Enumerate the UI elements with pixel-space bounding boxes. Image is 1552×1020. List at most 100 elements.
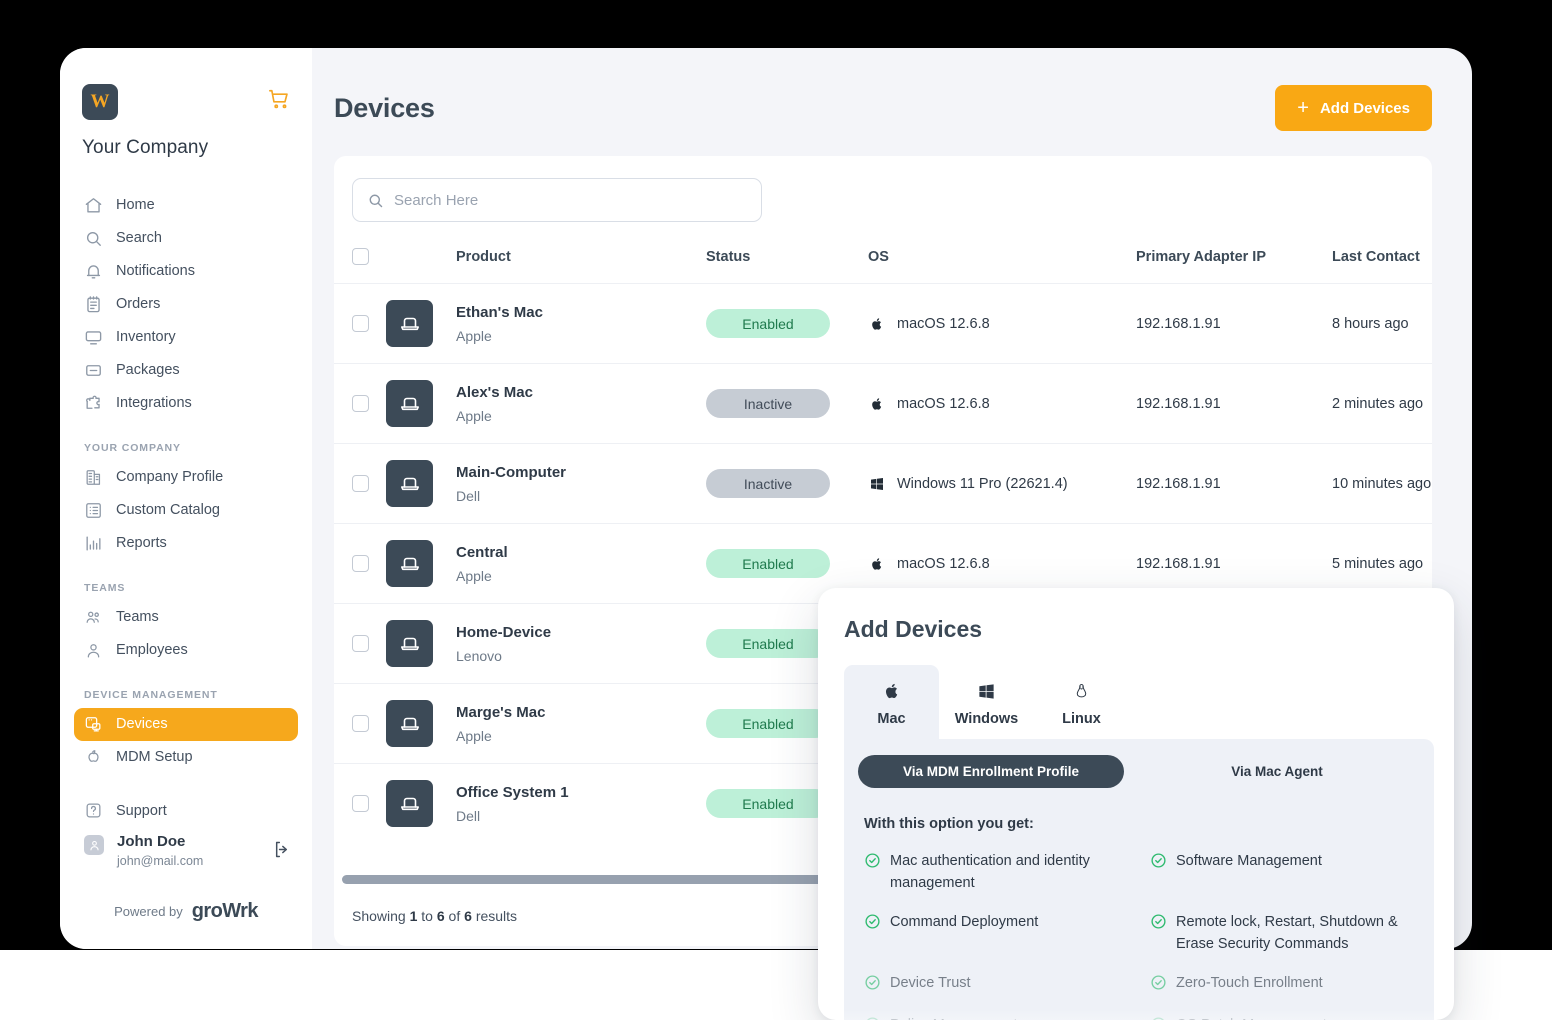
tab-mac[interactable]: Mac: [844, 665, 939, 739]
search-area: [334, 156, 1432, 222]
row-checkbox[interactable]: [352, 395, 369, 412]
tab-windows[interactable]: Windows: [939, 665, 1034, 739]
row-checkbox[interactable]: [352, 555, 369, 572]
sidebar-item-support[interactable]: Support: [74, 794, 298, 827]
sidebar-item-company-profile[interactable]: Company Profile: [74, 461, 298, 494]
plus-icon: +: [1297, 97, 1309, 119]
sidebar-item-home[interactable]: Home: [74, 189, 298, 222]
showing-from: 1: [409, 908, 418, 924]
bar-chart-icon: [84, 534, 103, 553]
ip-address: 192.168.1.91: [1136, 315, 1221, 332]
check-circle-icon: [1150, 913, 1167, 937]
sidebar-item-notifications[interactable]: Notifications: [74, 255, 298, 288]
check-circle-icon: [1150, 852, 1167, 876]
check-circle-icon: [864, 974, 881, 998]
method-toggle-group: Via MDM Enrollment Profile Via Mac Agent: [844, 755, 1434, 788]
sidebar-item-orders[interactable]: Orders: [74, 288, 298, 321]
showing-total: 6: [464, 908, 472, 924]
sidebar-item-label: Teams: [116, 608, 159, 625]
row-checkbox[interactable]: [352, 715, 369, 732]
sidebar-item-custom-catalog[interactable]: Custom Catalog: [74, 494, 298, 527]
company-name: Your Company: [82, 137, 209, 158]
check-circle-icon: [864, 913, 881, 937]
row-checkbox[interactable]: [352, 315, 369, 332]
modal-title: Add Devices: [844, 616, 983, 642]
sidebar-item-label: Search: [116, 229, 162, 246]
os-name: macOS 12.6.8: [897, 555, 990, 572]
sidebar-item-label: Integrations: [116, 394, 192, 411]
laptop-icon: [386, 380, 433, 427]
user-profile[interactable]: John Doe john@mail.com: [74, 827, 298, 868]
apple-icon: [868, 555, 886, 573]
linux-penguin-icon: [1034, 678, 1129, 704]
sidebar-item-search[interactable]: Search: [74, 222, 298, 255]
status-badge: Enabled: [706, 789, 830, 819]
tab-linux[interactable]: Linux: [1034, 665, 1129, 739]
user-name: John Doe: [117, 833, 186, 850]
table-row[interactable]: Ethan's Mac Apple Enabled macOS 12.6.8 1…: [334, 283, 1432, 364]
feature-label: Remote lock, Restart, Shutdown & Erase S…: [1176, 913, 1398, 953]
column-header-os: OS: [868, 248, 889, 265]
add-devices-button[interactable]: + Add Devices: [1275, 85, 1432, 131]
sidebar-group-teams: TEAMS: [84, 582, 126, 594]
table-row[interactable]: Alex's Mac Apple Inactive macOS 12.6.8 1…: [334, 363, 1432, 444]
feature-label: Mac authentication and identity manageme…: [890, 853, 1090, 892]
company-logo: W: [82, 84, 118, 120]
table-row[interactable]: Main-Computer Dell Inactive Windows 11 P…: [334, 443, 1432, 524]
sidebar-item-employees[interactable]: Employees: [74, 634, 298, 667]
select-all-checkbox[interactable]: [352, 248, 369, 265]
sidebar: W Your Company Home Search Notifications…: [60, 48, 312, 949]
sidebar-item-label: Inventory: [116, 328, 176, 345]
product-name: Office System 1: [456, 783, 569, 801]
check-circle-icon: [864, 1016, 881, 1020]
os-name: macOS 12.6.8: [897, 395, 990, 412]
shopping-cart-icon[interactable]: [268, 88, 290, 115]
column-header-last-contact: Last Contact: [1332, 248, 1420, 265]
laptop-icon: [386, 300, 433, 347]
check-circle-icon: [1150, 1016, 1167, 1020]
add-devices-modal: Add Devices Mac Windows Linux Via MDM En…: [818, 588, 1454, 1020]
product-brand: Apple: [456, 327, 492, 344]
windows-icon: [868, 475, 886, 493]
feature-grid: Mac authentication and identity manageme…: [844, 832, 1434, 1020]
product-name: Alex's Mac: [456, 383, 533, 401]
os-name: macOS 12.6.8: [897, 315, 990, 332]
method-mac-agent[interactable]: Via Mac Agent: [1144, 755, 1410, 788]
laptop-icon: [386, 620, 433, 667]
feature-item: Mac authentication and identity manageme…: [864, 844, 1128, 901]
search-box[interactable]: [352, 178, 762, 222]
row-checkbox[interactable]: [352, 635, 369, 652]
column-header-primary-adapter-ip: Primary Adapter IP: [1136, 248, 1267, 265]
logout-icon[interactable]: [271, 839, 292, 865]
row-checkbox[interactable]: [352, 795, 369, 813]
product-brand: Apple: [456, 727, 492, 744]
sidebar-item-teams[interactable]: Teams: [74, 601, 298, 634]
search-input[interactable]: [394, 191, 747, 209]
showing-prefix: Showing: [352, 908, 406, 924]
sidebar-item-devices[interactable]: Devices: [74, 708, 298, 741]
tab-label: Windows: [954, 711, 1019, 727]
sidebar-item-packages[interactable]: Packages: [74, 354, 298, 387]
sidebar-item-integrations[interactable]: Integrations: [74, 387, 298, 420]
sidebar-item-label: MDM Setup: [116, 748, 193, 765]
feature-item: Device Trust: [864, 966, 1128, 1004]
row-checkbox[interactable]: [352, 475, 369, 492]
sidebar-item-inventory[interactable]: Inventory: [74, 321, 298, 354]
sidebar-item-reports[interactable]: Reports: [74, 527, 298, 560]
sidebar-item-mdm-setup[interactable]: MDM Setup: [74, 741, 298, 774]
laptop-icon: [386, 460, 433, 507]
product-brand: Dell: [456, 807, 481, 824]
screenshot-stage: W Your Company Home Search Notifications…: [0, 0, 1552, 1020]
powered-by: Powered by groWrk: [74, 900, 298, 923]
page-header: Devices + Add Devices: [334, 82, 1432, 134]
tab-label: Linux: [1062, 711, 1101, 727]
sidebar-group-your-company: YOUR COMPANY: [84, 442, 181, 454]
page-title: Devices: [334, 92, 435, 123]
laptop-icon: [386, 780, 433, 828]
logo-letter: W: [90, 91, 110, 112]
sidebar-brand-row: W: [82, 84, 290, 120]
feature-label: Device Trust: [890, 974, 971, 991]
method-mdm-enrollment-profile[interactable]: Via MDM Enrollment Profile: [858, 755, 1124, 788]
avatar: [84, 835, 104, 855]
icon-header: [386, 242, 456, 284]
